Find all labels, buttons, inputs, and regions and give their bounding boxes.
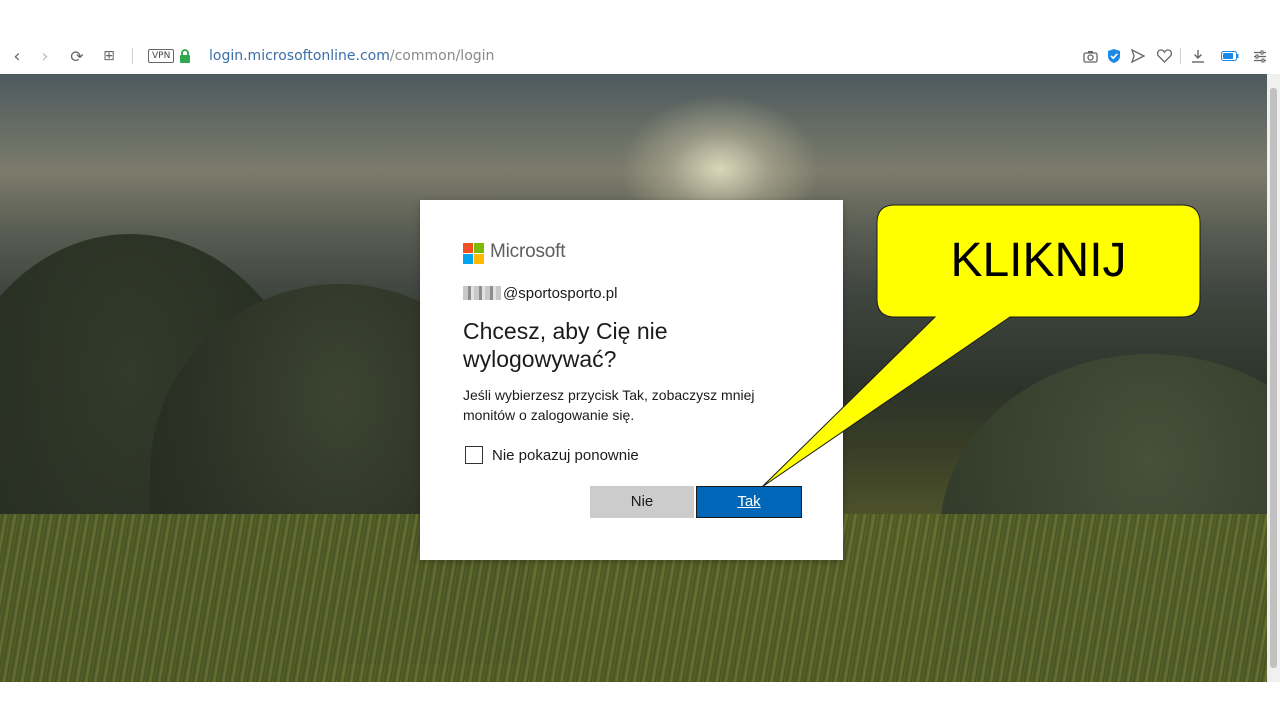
send-icon[interactable] [1128,38,1148,74]
scrollbar-thumb[interactable] [1270,88,1277,668]
dialog-title: Chcesz, aby Cię nie wylogowywać? [463,318,668,372]
dont-show-again-checkbox[interactable] [465,446,483,464]
reload-icon[interactable]: ⟳ [66,38,88,74]
lock-icon [177,38,193,74]
url-host: login.microsoftonline.com [209,48,390,64]
grid-icon[interactable]: ⊞ [98,38,120,74]
page: ‹ › ⟳ ⊞ VPN login.microsoftonline.com/co… [0,0,1280,720]
dialog-description: Jeśli wybierzesz przycisk Tak, zobaczysz… [463,387,755,423]
no-button[interactable]: Nie [590,486,694,518]
yes-button[interactable]: Tak [696,486,802,518]
toolbar-divider [132,48,133,64]
account-email: @sportosporto.pl [463,285,617,302]
camera-icon[interactable] [1080,38,1100,74]
vpn-icon[interactable]: VPN [148,49,175,63]
back-icon[interactable]: ‹ [6,38,28,74]
shield-icon[interactable] [1104,38,1124,74]
settings-icon[interactable] [1250,38,1270,74]
dont-show-again-option[interactable]: Nie pokazuj ponownie [465,445,639,465]
battery-icon[interactable] [1220,38,1240,74]
forward-icon[interactable]: › [34,38,56,74]
page-scrollbar[interactable] [1267,74,1280,682]
stay-signed-in-dialog: Microsoft @sportosporto.pl Chcesz, aby C… [420,200,843,560]
browser-toolbar: ‹ › ⟳ ⊞ VPN login.microsoftonline.com/co… [0,38,1280,74]
download-icon[interactable] [1188,38,1208,74]
url-path: /common/login [389,48,495,64]
heart-icon[interactable] [1154,38,1174,74]
account-email-domain: @sportosporto.pl [503,285,618,302]
microsoft-logo-icon [463,243,484,264]
brand-name: Microsoft [490,241,566,262]
address-bar[interactable]: login.microsoftonline.com/common/login [209,38,494,74]
callout-text: KLIKNIJ [950,234,1127,287]
redacted-username [463,286,501,300]
dont-show-again-label[interactable]: Nie pokazuj ponownie [492,447,639,464]
toolbar-divider [1180,48,1181,64]
